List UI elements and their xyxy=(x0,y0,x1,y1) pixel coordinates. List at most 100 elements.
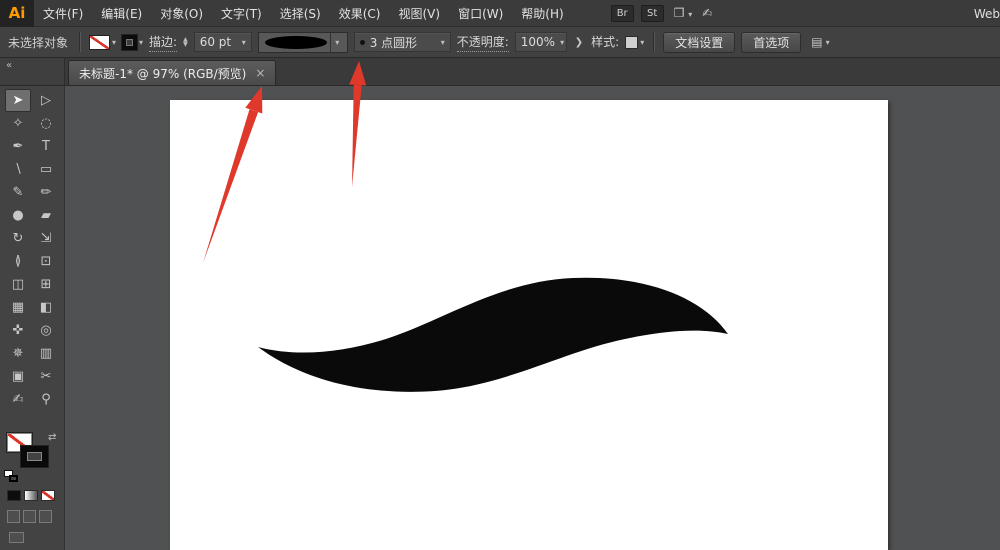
style-swatch xyxy=(625,36,638,49)
draw-inside-button[interactable] xyxy=(39,510,52,523)
stroke-panel-link[interactable]: 描边: xyxy=(149,33,177,52)
default-fill-stroke-icon[interactable] xyxy=(4,470,20,483)
draw-normal-button[interactable] xyxy=(7,510,20,523)
chevron-down-icon: ▾ xyxy=(112,38,116,47)
swap-fill-stroke-icon[interactable]: ⇄ xyxy=(48,432,56,443)
chevron-down-icon: ▾ xyxy=(139,38,143,47)
style-dropdown[interactable]: ▾ xyxy=(625,36,644,49)
stroke-color-dropdown[interactable]: ▾ xyxy=(122,35,143,50)
direct-selection-tool[interactable]: ▷ xyxy=(33,89,59,112)
canvas-area[interactable] xyxy=(65,86,1000,550)
stroke-black-swatch xyxy=(122,35,137,50)
blob-brush-tool[interactable]: ● xyxy=(5,204,31,227)
perspective-grid-tool[interactable]: ⊞ xyxy=(33,273,59,296)
menu-help[interactable]: 帮助(H) xyxy=(512,0,572,27)
fill-color-dropdown[interactable]: ▾ xyxy=(89,35,116,50)
rectangle-tool[interactable]: ▭ xyxy=(33,158,59,181)
hand-tool[interactable]: ✍ xyxy=(5,388,31,411)
panel-options-icon[interactable]: ▤ ▾ xyxy=(811,35,829,49)
lasso-tool[interactable]: ◌ xyxy=(33,112,59,135)
menu-edit[interactable]: 编辑(E) xyxy=(92,0,151,27)
arrange-documents-icon[interactable]: ❒ ▾ xyxy=(674,6,693,20)
chevron-down-icon: ▾ xyxy=(640,38,644,47)
menu-effect[interactable]: 效果(C) xyxy=(330,0,390,27)
pencil-tool[interactable]: ✏ xyxy=(33,181,59,204)
bridge-button[interactable]: Br xyxy=(611,5,634,22)
tool-grid: ➤▷✧◌✒T∖▭✎✏●▰↻⇲≬⊡◫⊞▦◧✜◎✵▥▣✂✍⚲ xyxy=(0,86,64,411)
paint-mode-buttons xyxy=(7,490,55,501)
menu-file[interactable]: 文件(F) xyxy=(34,0,92,27)
workspace-switcher[interactable]: Web xyxy=(974,0,1000,27)
preferences-button[interactable]: 首选项 xyxy=(741,32,801,53)
opacity-select[interactable]: 100% ▾ xyxy=(515,32,567,52)
opacity-flyout-arrow-icon[interactable]: ❯ xyxy=(573,37,585,48)
fill-none-swatch xyxy=(89,35,110,50)
main-area: ➤▷✧◌✒T∖▭✎✏●▰↻⇲≬⊡◫⊞▦◧✜◎✵▥▣✂✍⚲ ⇄ xyxy=(0,86,1000,550)
app-logo: Ai xyxy=(0,0,34,27)
chevron-down-icon: ▾ xyxy=(441,38,445,47)
stroke-width-value: 60 pt xyxy=(200,35,231,49)
rotate-tool[interactable]: ↻ xyxy=(5,227,31,250)
default-stroke-icon xyxy=(9,475,18,482)
column-graph-tool[interactable]: ▥ xyxy=(33,342,59,365)
brush-name: 3 点圆形 xyxy=(370,34,417,51)
artboard[interactable] xyxy=(170,100,888,550)
opacity-panel-link[interactable]: 不透明度: xyxy=(457,33,509,52)
artboard-tool[interactable]: ▣ xyxy=(5,365,31,388)
draw-behind-button[interactable] xyxy=(23,510,36,523)
shape-builder-tool[interactable]: ◫ xyxy=(5,273,31,296)
menu-select[interactable]: 选择(S) xyxy=(271,0,330,27)
selection-tool[interactable]: ➤ xyxy=(5,89,31,112)
screen-mode-button[interactable] xyxy=(9,532,24,543)
style-label: 样式: xyxy=(591,33,619,51)
selection-status: 未选择对象 xyxy=(8,34,68,51)
symbol-sprayer-tool[interactable]: ✵ xyxy=(5,342,31,365)
free-transform-tool[interactable]: ⊡ xyxy=(33,250,59,273)
width-profile-preview-icon xyxy=(265,36,327,49)
chevron-down-icon: ▾ xyxy=(826,38,830,47)
menu-object[interactable]: 对象(O) xyxy=(151,0,212,27)
document-tab[interactable]: 未标题-1* @ 97% (RGB/预览) × xyxy=(68,60,276,85)
menu-type[interactable]: 文字(T) xyxy=(212,0,271,27)
stroke-width-stepper[interactable]: ▲▼ xyxy=(183,37,188,47)
gradient-tool[interactable]: ◧ xyxy=(33,296,59,319)
stock-button[interactable]: St xyxy=(641,5,664,22)
width-profile-dropdown[interactable]: ▾ xyxy=(258,32,348,53)
opacity-value: 100% xyxy=(521,35,555,49)
drawing-mode-buttons xyxy=(7,510,52,523)
mesh-tool[interactable]: ▦ xyxy=(5,296,31,319)
chevron-down-icon: ▾ xyxy=(242,38,246,47)
eraser-tool[interactable]: ▰ xyxy=(33,204,59,227)
scale-tool[interactable]: ⇲ xyxy=(33,227,59,250)
tab-strip: « 未标题-1* @ 97% (RGB/预览) × xyxy=(0,58,1000,86)
slice-tool[interactable]: ✂ xyxy=(33,365,59,388)
brush-definition-dropdown[interactable]: 3 点圆形 ▾ xyxy=(354,32,451,52)
eyedropper-tool[interactable]: ✜ xyxy=(5,319,31,342)
none-button[interactable] xyxy=(41,490,55,501)
zoom-tool[interactable]: ⚲ xyxy=(33,388,59,411)
close-icon[interactable]: × xyxy=(255,67,265,79)
color-button[interactable] xyxy=(7,490,21,501)
blend-tool[interactable]: ◎ xyxy=(33,319,59,342)
line-segment-tool[interactable]: ∖ xyxy=(5,158,31,181)
pen-tool[interactable]: ✒ xyxy=(5,135,31,158)
type-tool[interactable]: T xyxy=(33,135,59,158)
paintbrush-tool[interactable]: ✎ xyxy=(5,181,31,204)
menu-window[interactable]: 窗口(W) xyxy=(449,0,512,27)
stroke-width-select[interactable]: 60 pt ▾ xyxy=(194,32,252,52)
stroke-swatch-black[interactable] xyxy=(21,446,48,467)
control-bar: 未选择对象 ▾ ▾ 描边: ▲▼ 60 pt ▾ ▾ 3 点圆形 ▾ 不透明度:… xyxy=(0,27,1000,58)
gradient-button[interactable] xyxy=(24,490,38,501)
document-tab-bar: 未标题-1* @ 97% (RGB/预览) × xyxy=(65,58,1000,85)
divider xyxy=(653,32,654,52)
width-tool[interactable]: ≬ xyxy=(5,250,31,273)
chevron-down-icon: ▾ xyxy=(688,10,692,19)
toolbar-collapse-button[interactable]: « xyxy=(0,58,65,85)
hand-gesture-icon[interactable]: ✍ xyxy=(702,6,712,20)
menu-bar: Ai 文件(F) 编辑(E) 对象(O) 文字(T) 选择(S) 效果(C) 视… xyxy=(0,0,1000,27)
document-setup-button[interactable]: 文档设置 xyxy=(663,32,735,53)
document-tab-title: 未标题-1* @ 97% (RGB/预览) xyxy=(79,65,246,82)
magic-wand-tool[interactable]: ✧ xyxy=(5,112,31,135)
menu-view[interactable]: 视图(V) xyxy=(389,0,449,27)
chevron-down-icon: ▾ xyxy=(560,38,564,47)
